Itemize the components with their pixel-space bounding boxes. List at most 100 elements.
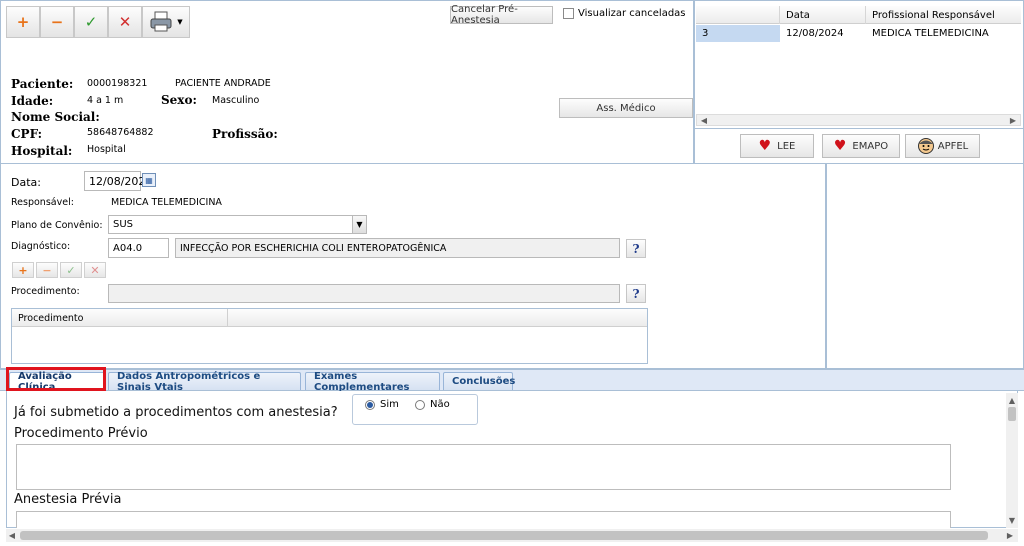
minus-icon: −	[42, 263, 52, 277]
proc-add-button[interactable]: +	[12, 262, 34, 278]
scroll-left-icon[interactable]: ◀	[699, 115, 709, 125]
diagnostico-help-button[interactable]: ?	[626, 239, 646, 258]
calendar-icon[interactable]: ▦	[142, 173, 156, 187]
row-date: 12/08/2024	[786, 28, 844, 39]
cpf-value: 58648764882	[87, 127, 154, 138]
grid-horizontal-scrollbar[interactable]: ◀ ▶	[696, 114, 1021, 126]
anesthesia-question: Já foi submetido a procedimentos com ane…	[14, 405, 338, 420]
row-id: 3	[696, 25, 780, 42]
plano-value: SUS	[113, 219, 134, 230]
confirm-button[interactable]: ✓	[74, 6, 108, 38]
apfel-label: APFEL	[937, 140, 969, 152]
remove-button[interactable]: −	[40, 6, 74, 38]
proc-confirm-button[interactable]: ✓	[60, 262, 82, 278]
proc-cancel-button[interactable]: ✕	[84, 262, 106, 278]
plus-icon: +	[18, 263, 28, 277]
lee-label: LEE	[777, 140, 796, 152]
patient-id: 0000198321	[87, 78, 148, 89]
heart-icon: ♥	[758, 138, 772, 154]
patient-label: Paciente:	[11, 77, 74, 91]
plano-label: Plano de Convênio:	[11, 220, 103, 231]
hospital-value: Hospital	[87, 144, 126, 155]
scroll-down-icon[interactable]: ▼	[1007, 515, 1017, 525]
procedimento-input[interactable]	[108, 284, 620, 303]
face-icon	[917, 138, 934, 154]
date-input[interactable]: 12/08/202	[84, 171, 145, 191]
hospital-label: Hospital:	[11, 144, 73, 158]
age-value: 4 a 1 m	[87, 95, 124, 106]
patient-name: PACIENTE ANDRADE	[175, 78, 271, 89]
divider	[694, 128, 1024, 129]
side-panel	[826, 164, 1024, 369]
scroll-thumb[interactable]	[20, 531, 988, 540]
procedimento-previo-textarea[interactable]	[16, 444, 951, 490]
minus-icon: −	[50, 13, 64, 31]
radio-sim[interactable]	[365, 400, 375, 410]
scroll-left-icon[interactable]: ◀	[7, 530, 17, 540]
chevron-down-icon: ▼	[177, 18, 183, 26]
close-icon: ✕	[118, 13, 132, 31]
anestesia-previa-textarea[interactable]	[16, 511, 951, 528]
close-icon: ✕	[90, 263, 100, 277]
plus-icon: +	[16, 13, 30, 31]
content-vertical-scrollbar[interactable]: ▲ ▼	[1006, 393, 1018, 528]
cpf-label: CPF:	[11, 127, 43, 141]
cancel-button[interactable]: ✕	[108, 6, 142, 38]
tab-conclusoes[interactable]: Conclusões	[443, 372, 515, 390]
show-cancelled-label: Visualizar canceladas	[578, 8, 686, 19]
tab-highlight-box	[6, 367, 106, 391]
scroll-right-icon[interactable]: ▶	[1005, 530, 1015, 540]
diagnostico-desc-input[interactable]: INFECÇÃO POR ESCHERICHIA COLI ENTEROPATO…	[175, 238, 620, 258]
print-button[interactable]: ▼	[142, 6, 190, 38]
heart-icon: ♥	[833, 138, 847, 154]
responsavel-label: Responsável:	[11, 197, 74, 208]
add-button[interactable]: +	[6, 6, 40, 38]
proc-remove-button[interactable]: −	[36, 262, 58, 278]
show-cancelled-checkbox[interactable]	[563, 8, 574, 19]
scroll-right-icon[interactable]: ▶	[1008, 115, 1018, 125]
scroll-thumb[interactable]	[1008, 407, 1016, 421]
help-icon: ?	[632, 286, 640, 301]
grid-header: Data Profissional Responsável	[696, 6, 1021, 24]
procedimento-label: Procedimento:	[11, 286, 80, 297]
check-icon: ✓	[84, 13, 98, 31]
procedimento-table: Procedimento	[11, 308, 648, 364]
plano-select[interactable]: SUS	[108, 215, 367, 234]
cancel-pre-anesthesia-button[interactable]: Cancelar Pré-Anestesia	[450, 4, 553, 26]
social-name-label: Nome Social:	[11, 110, 100, 124]
tab-exames-complementares[interactable]: Exames Complementares	[305, 371, 440, 393]
grid-header-id	[696, 6, 780, 24]
table-row[interactable]: 3 12/08/2024 MEDICA TELEMEDICINA	[696, 25, 1021, 42]
printer-icon	[150, 11, 172, 32]
sex-value: Masculino	[212, 95, 260, 106]
age-label: Idade:	[11, 94, 54, 108]
radio-sim-label: Sim	[380, 399, 399, 410]
emapo-button[interactable]: ♥ EMAPO	[822, 134, 900, 158]
content-horizontal-scrollbar[interactable]: ◀ ▶	[6, 529, 1018, 542]
date-label: Data:	[11, 176, 41, 189]
profession-label: Profissão:	[212, 127, 278, 141]
diagnostico-code-input[interactable]: A04.0	[108, 238, 169, 258]
help-icon: ?	[632, 241, 640, 256]
anestesia-previa-label: Anestesia Prévia	[14, 492, 122, 507]
procedimento-column-header[interactable]: Procedimento	[12, 309, 228, 327]
emapo-label: EMAPO	[852, 140, 889, 152]
row-professional: MEDICA TELEMEDICINA	[872, 28, 989, 39]
grid-header-professional[interactable]: Profissional Responsável	[866, 6, 1021, 24]
ass-medico-button[interactable]: Ass. Médico	[559, 98, 693, 118]
responsavel-value: MEDICA TELEMEDICINA	[111, 197, 222, 208]
sex-label: Sexo:	[161, 93, 197, 107]
diagnostico-label: Diagnóstico:	[11, 241, 71, 252]
procedimento-help-button[interactable]: ?	[626, 284, 646, 303]
radio-nao-label: Não	[430, 399, 450, 410]
tab-dados-antropometricos[interactable]: Dados Antropométricos e Sinais Vtais	[108, 371, 301, 393]
scroll-up-icon[interactable]: ▲	[1007, 395, 1017, 405]
procedimento-previo-label: Procedimento Prévio	[14, 426, 148, 441]
radio-nao[interactable]	[415, 400, 425, 410]
chevron-down-icon[interactable]: ▼	[352, 216, 366, 233]
apfel-button[interactable]: APFEL	[905, 134, 980, 158]
check-icon: ✓	[66, 263, 76, 277]
grid-header-date[interactable]: Data	[780, 6, 866, 24]
procedimento-table-header: Procedimento	[12, 309, 647, 327]
lee-button[interactable]: ♥ LEE	[740, 134, 814, 158]
